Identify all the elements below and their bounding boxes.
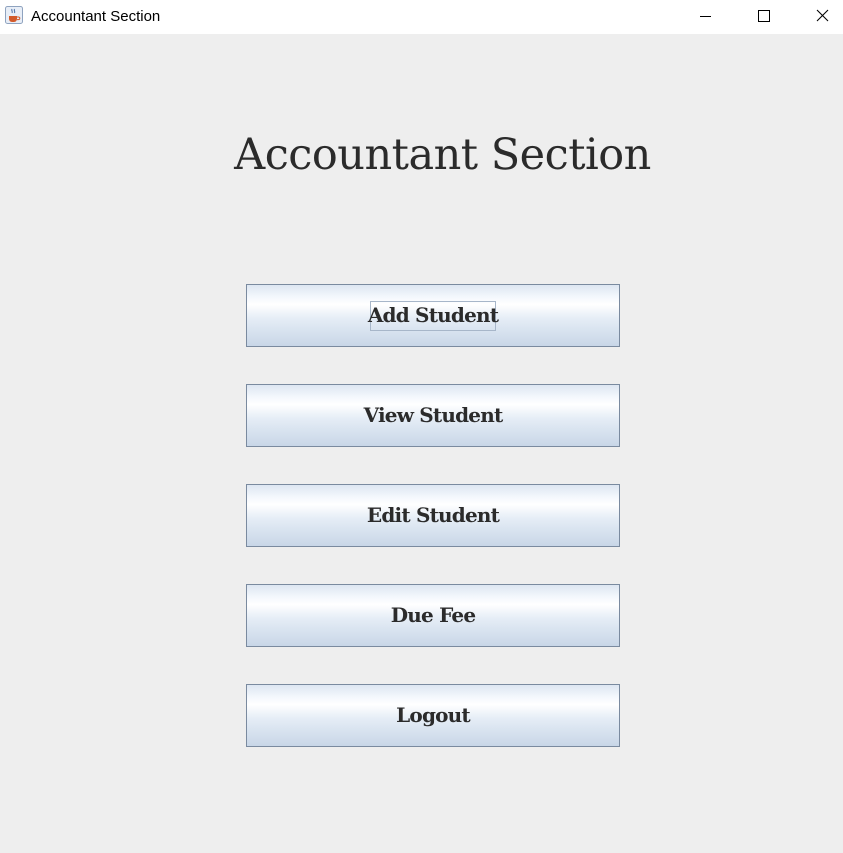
java-coffee-icon[interactable] [5, 6, 23, 24]
logout-label: Logout [396, 703, 471, 727]
view-student-button[interactable]: View Student [246, 384, 620, 447]
minimize-icon [700, 16, 711, 17]
window-title: Accountant Section [31, 8, 161, 25]
maximize-button[interactable] [735, 0, 793, 34]
edit-student-button[interactable]: Edit Student [246, 484, 620, 547]
due-fee-label: Due Fee [390, 603, 476, 627]
close-icon [816, 9, 829, 22]
due-fee-button[interactable]: Due Fee [246, 584, 620, 647]
maximize-icon [758, 10, 770, 22]
add-student-label: Add Student [367, 303, 499, 327]
minimize-button[interactable] [677, 0, 735, 34]
add-student-button[interactable]: Add Student [246, 284, 620, 347]
close-button[interactable] [793, 0, 843, 34]
title-bar[interactable]: Accountant Section [0, 0, 843, 34]
edit-student-label: Edit Student [366, 503, 500, 527]
accountant-window: Accountant Section Accountant Section Ad… [0, 0, 843, 853]
view-student-label: View Student [363, 403, 504, 427]
page-title: Accountant Section [234, 130, 651, 180]
logout-button[interactable]: Logout [246, 684, 620, 747]
